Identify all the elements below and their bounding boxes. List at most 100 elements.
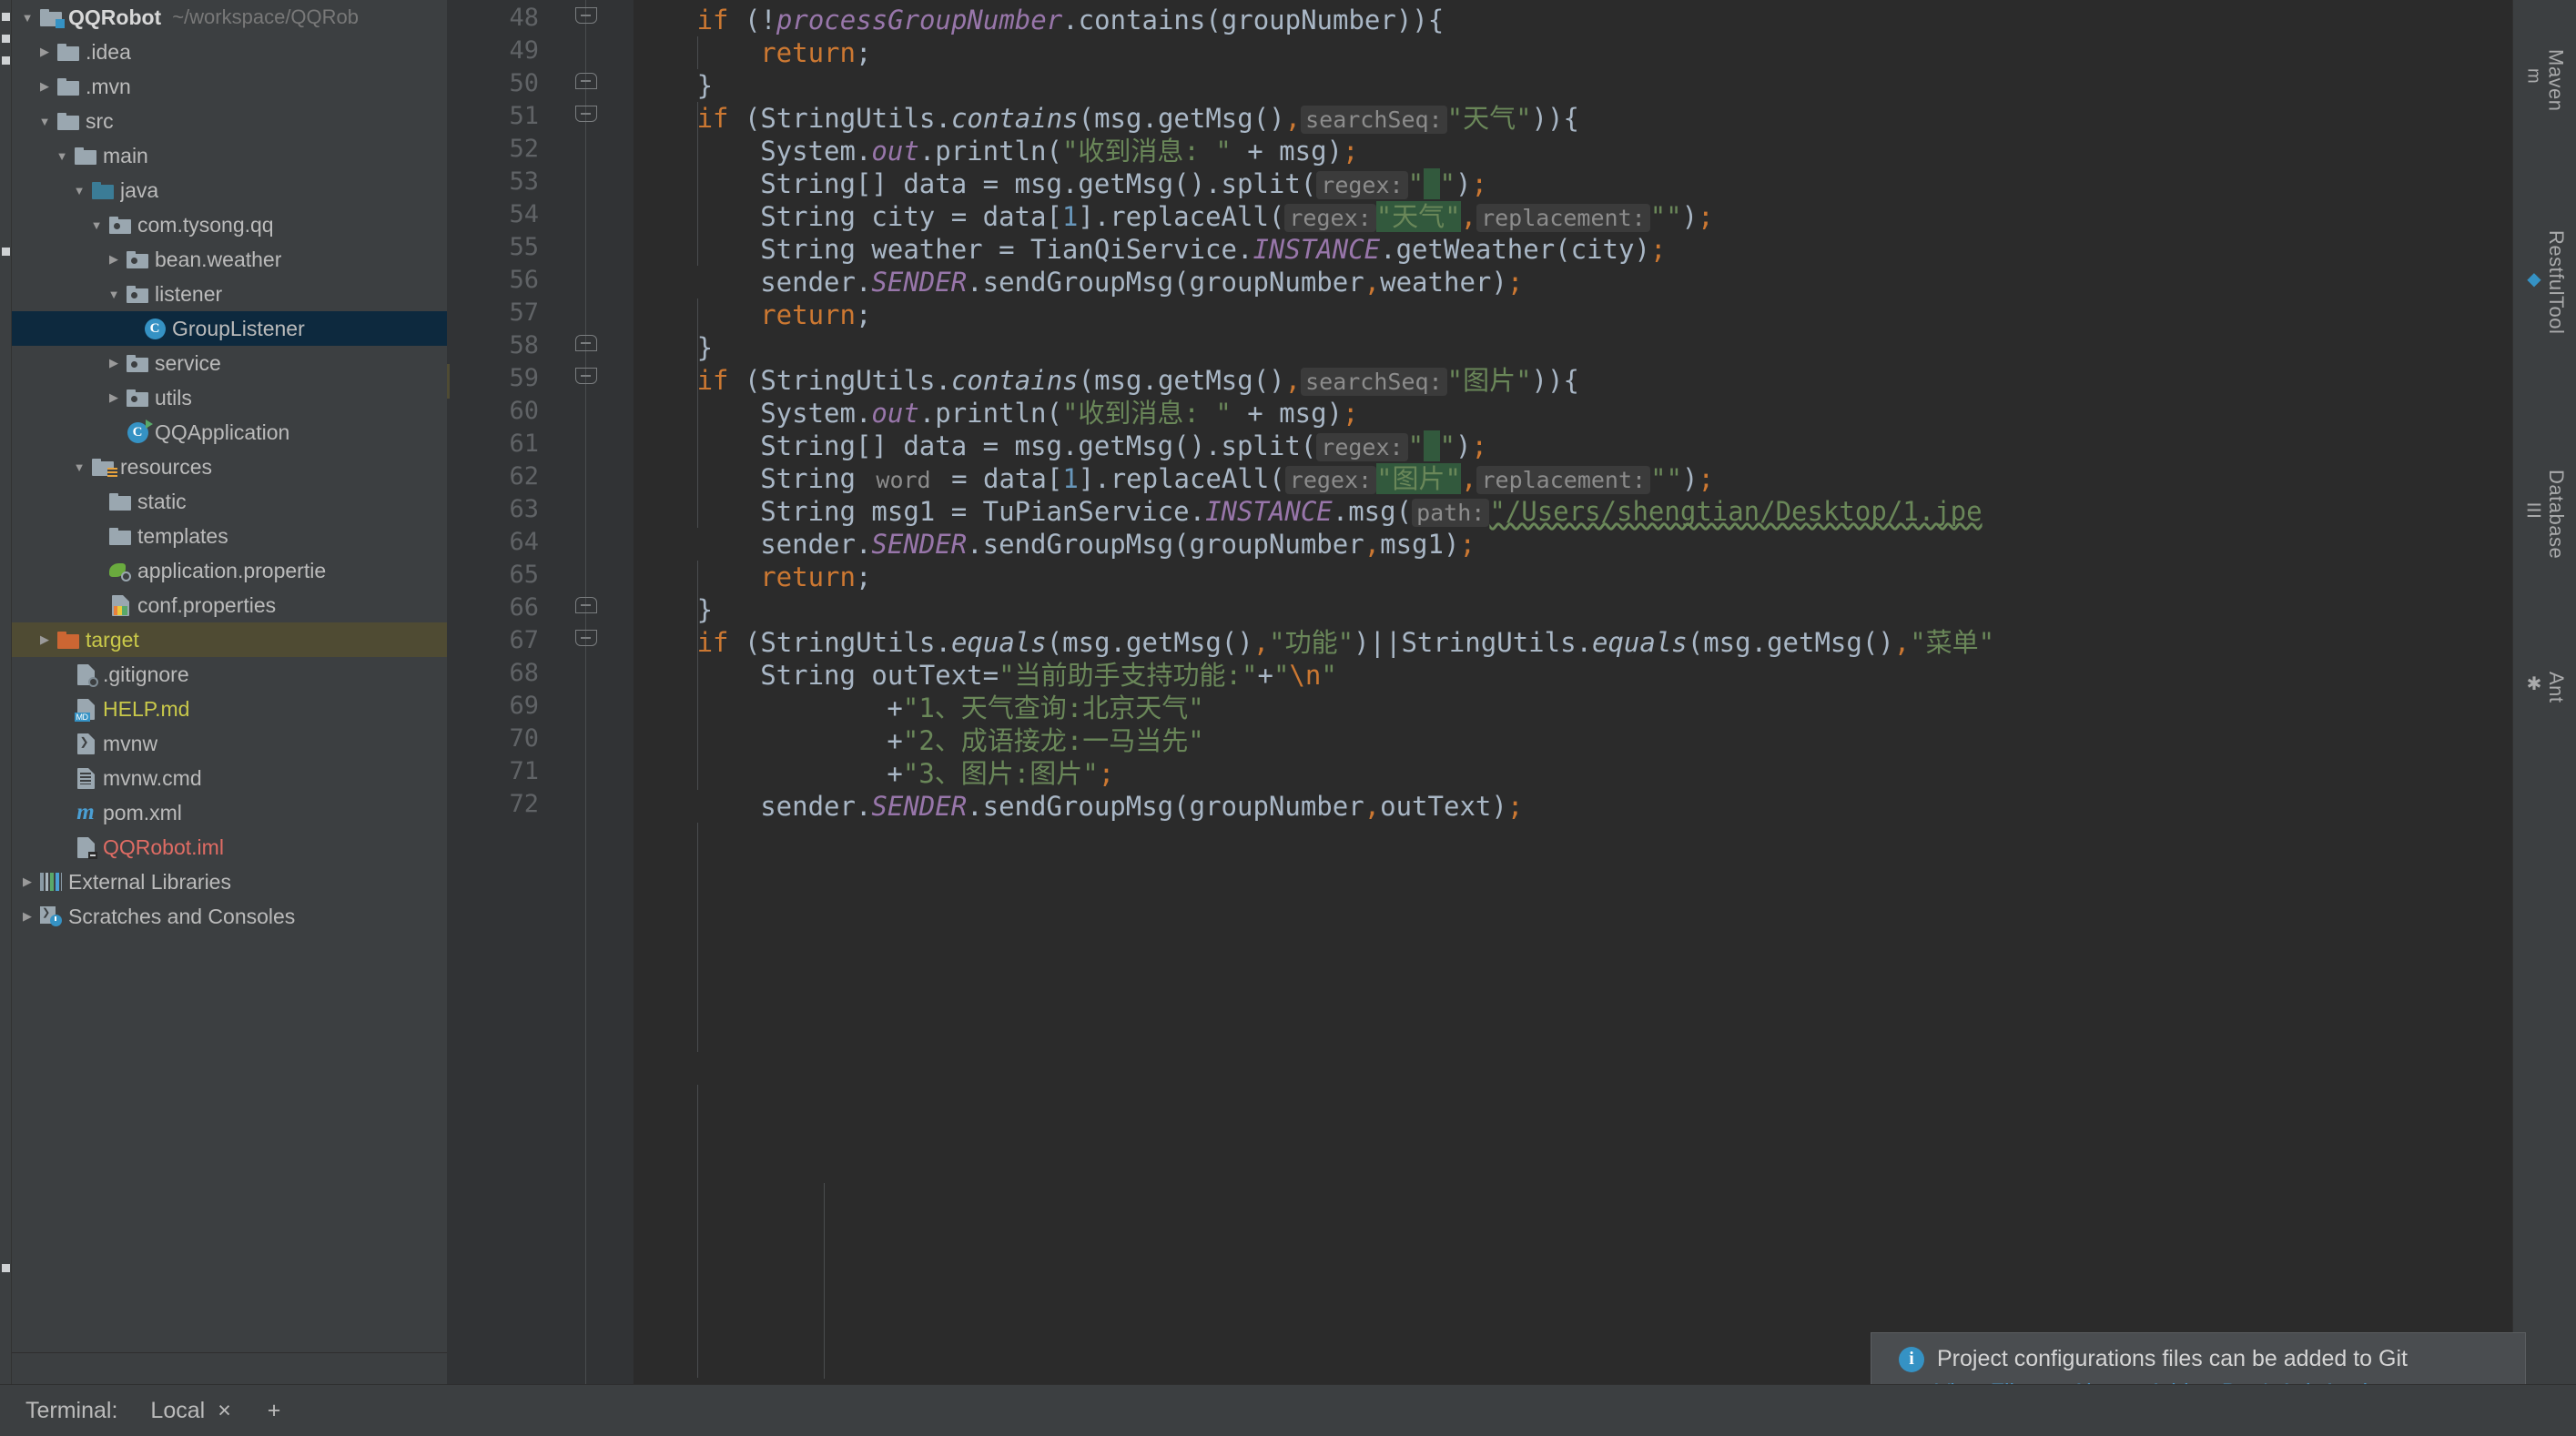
collapse-arrow-icon[interactable]: ▼ xyxy=(17,0,37,35)
tree-item-label: .gitignore xyxy=(103,662,189,687)
tree-item-group-listener[interactable]: ▶CGroupListener xyxy=(12,311,447,346)
code-line[interactable]: String[] data = msg.getMsg().split(regex… xyxy=(760,167,1487,200)
tree-item-scratches-consoles[interactable]: ▶ Scratches and Consoles xyxy=(12,899,447,934)
code-line[interactable]: return; xyxy=(760,561,871,593)
code-fold-toggle[interactable] xyxy=(575,7,597,29)
tree-item-mvnw-cmd[interactable]: ▶mvnw.cmd xyxy=(12,761,447,795)
expand-arrow-icon[interactable]: ▶ xyxy=(104,242,124,277)
tree-item-qq-application[interactable]: ▶CQQApplication xyxy=(12,415,447,450)
tree-item-label: .mvn xyxy=(86,75,131,99)
code-line[interactable]: return; xyxy=(760,298,871,331)
code-line[interactable]: System.out.println("收到消息: " + msg); xyxy=(760,135,1358,167)
code-line[interactable]: sender.SENDER.sendGroupMsg(groupNumber,m… xyxy=(760,528,1476,561)
collapse-arrow-icon[interactable]: ▼ xyxy=(69,173,89,207)
line-number: 54 xyxy=(448,200,539,228)
collapse-arrow-icon[interactable]: ▼ xyxy=(35,104,55,138)
tree-item-target[interactable]: ▶target xyxy=(12,622,447,657)
expand-arrow-icon[interactable]: ▶ xyxy=(17,899,37,934)
code-line[interactable]: String outText="当前助手支持功能:"+"\n" xyxy=(760,659,1337,692)
tree-item-templates[interactable]: ▶templates xyxy=(12,519,447,553)
tree-item-listener[interactable]: ▼listener xyxy=(12,277,447,311)
tree-item-qqrobot-iml[interactable]: ▶QQRobot.iml xyxy=(12,830,447,865)
tree-item-main[interactable]: ▼main xyxy=(12,138,447,173)
line-number: 72 xyxy=(448,790,539,818)
tree-item-java[interactable]: ▼java xyxy=(12,173,447,207)
code-fold-toggle[interactable] xyxy=(575,106,597,127)
collapse-arrow-icon[interactable]: ▼ xyxy=(69,450,89,484)
left-tool-strip[interactable] xyxy=(0,0,12,1436)
code-fold-toggle[interactable] xyxy=(575,597,597,619)
tree-item-static[interactable]: ▶static xyxy=(12,484,447,519)
code-line[interactable]: String city = data[1].replaceAll(regex:"… xyxy=(760,200,1713,233)
tree-item-resources[interactable]: ▼resources xyxy=(12,450,447,484)
tree-item-bean-weather[interactable]: ▶bean.weather xyxy=(12,242,447,277)
properties-file-icon xyxy=(106,588,134,622)
bottom-status-bar[interactable]: Terminal: Local × + xyxy=(0,1384,2576,1436)
markdown-icon: MD xyxy=(72,692,99,726)
code-fold-toggle[interactable] xyxy=(575,335,597,357)
code-line[interactable]: sender.SENDER.sendGroupMsg(groupNumber,o… xyxy=(760,790,1523,823)
project-tree[interactable]: ▼QQRobot~/workspace/QQRob▶.idea▶.mvn▼src… xyxy=(12,0,447,934)
code-line[interactable]: } xyxy=(697,69,713,102)
tree-item-application-properties[interactable]: ▶application.propertie xyxy=(12,553,447,588)
tree-item-label: Scratches and Consoles xyxy=(68,905,295,929)
code-line[interactable]: System.out.println("收到消息: " + msg); xyxy=(760,397,1358,430)
code-line[interactable]: String[] data = msg.getMsg().split(regex… xyxy=(760,430,1487,462)
code-fold-toggle[interactable] xyxy=(575,630,597,652)
expand-arrow-icon[interactable]: ▶ xyxy=(35,622,55,657)
tree-item-qqrobot-root[interactable]: ▼QQRobot~/workspace/QQRob xyxy=(12,0,447,35)
add-terminal-icon[interactable]: + xyxy=(268,1400,281,1422)
expand-arrow-icon[interactable]: ▶ xyxy=(104,346,124,380)
tree-item-label: application.propertie xyxy=(137,559,326,583)
code-line[interactable]: String word = data[1].replaceAll(regex:"… xyxy=(760,462,1714,495)
tree-item-help-md[interactable]: ▶MDHELP.md xyxy=(12,692,447,726)
close-icon[interactable]: × xyxy=(218,1398,231,1424)
code-line[interactable]: return; xyxy=(760,36,871,69)
expand-arrow-icon[interactable]: ▶ xyxy=(35,35,55,69)
code-line[interactable]: String weather = TianQiService.INSTANCE.… xyxy=(760,233,1666,266)
code-line[interactable]: +"3、图片:图片"; xyxy=(887,757,1114,790)
tree-item-src[interactable]: ▼src xyxy=(12,104,447,138)
tool-tab-ant[interactable]: ✱Ant xyxy=(2513,637,2576,737)
external-libraries-icon xyxy=(37,865,65,899)
tree-item-mvnw[interactable]: ▶mvnw xyxy=(12,726,447,761)
tool-tab-maven[interactable]: mMaven xyxy=(2513,7,2576,153)
expand-arrow-icon[interactable]: ▶ xyxy=(17,865,37,899)
right-tool-strip[interactable]: mMaven ◆RestfulTool ☰Database ✱Ant xyxy=(2512,0,2576,1436)
code-line[interactable]: if (StringUtils.equals(msg.getMsg(),"功能"… xyxy=(697,626,1995,659)
tree-item-gitignore[interactable]: ▶.gitignore xyxy=(12,657,447,692)
project-tool-window[interactable]: ▼QQRobot~/workspace/QQRob▶.idea▶.mvn▼src… xyxy=(12,0,447,1384)
tree-item-mvn[interactable]: ▶ .mvn xyxy=(12,69,447,104)
code-editor[interactable]: 4849505152535455565758596061626364656667… xyxy=(447,0,2512,1384)
code-line[interactable]: sender.SENDER.sendGroupMsg(groupNumber,w… xyxy=(760,266,1523,298)
terminal-tab-local[interactable]: Local xyxy=(150,1398,205,1424)
collapse-arrow-icon[interactable]: ▼ xyxy=(52,138,72,173)
tool-tab-restful-tool[interactable]: ◆RestfulTool xyxy=(2513,168,2576,396)
code-line[interactable]: } xyxy=(697,593,713,626)
tree-item-com-tysong-qq[interactable]: ▼com.tysong.qq xyxy=(12,207,447,242)
editor-gutter[interactable]: 4849505152535455565758596061626364656667… xyxy=(447,0,634,1384)
code-line[interactable]: +"2、成语接龙:一马当先" xyxy=(887,724,1203,757)
collapse-arrow-icon[interactable]: ▼ xyxy=(104,277,124,311)
tree-item-pom-xml[interactable]: ▶mpom.xml xyxy=(12,795,447,830)
code-line[interactable]: } xyxy=(697,331,713,364)
terminal-label[interactable]: Terminal: xyxy=(25,1398,117,1424)
code-line[interactable]: +"1、天气查询:北京天气" xyxy=(887,692,1203,724)
code-line[interactable]: if (StringUtils.contains(msg.getMsg(),se… xyxy=(697,364,1579,397)
tree-item-external-libraries[interactable]: ▶External Libraries xyxy=(12,865,447,899)
tree-item-utils[interactable]: ▶utils xyxy=(12,380,447,415)
code-fold-toggle[interactable] xyxy=(575,73,597,95)
code-content[interactable]: if (!processGroupNumber.contains(groupNu… xyxy=(634,0,2512,1384)
tree-item-conf-properties[interactable]: ▶conf.properties xyxy=(12,588,447,622)
code-fold-toggle[interactable] xyxy=(575,368,597,389)
code-line[interactable]: if (StringUtils.contains(msg.getMsg(),se… xyxy=(697,102,1579,135)
tree-item-idea[interactable]: ▶.idea xyxy=(12,35,447,69)
fold-rail xyxy=(585,0,586,1384)
code-line[interactable]: String msg1 = TuPianService.INSTANCE.msg… xyxy=(760,495,1982,528)
collapse-arrow-icon[interactable]: ▼ xyxy=(86,207,106,242)
expand-arrow-icon[interactable]: ▶ xyxy=(104,380,124,415)
tool-tab-database[interactable]: ☰Database xyxy=(2513,414,2576,614)
expand-arrow-icon[interactable]: ▶ xyxy=(35,69,55,104)
tree-item-service[interactable]: ▶service xyxy=(12,346,447,380)
code-line[interactable]: if (!processGroupNumber.contains(groupNu… xyxy=(697,4,1445,36)
